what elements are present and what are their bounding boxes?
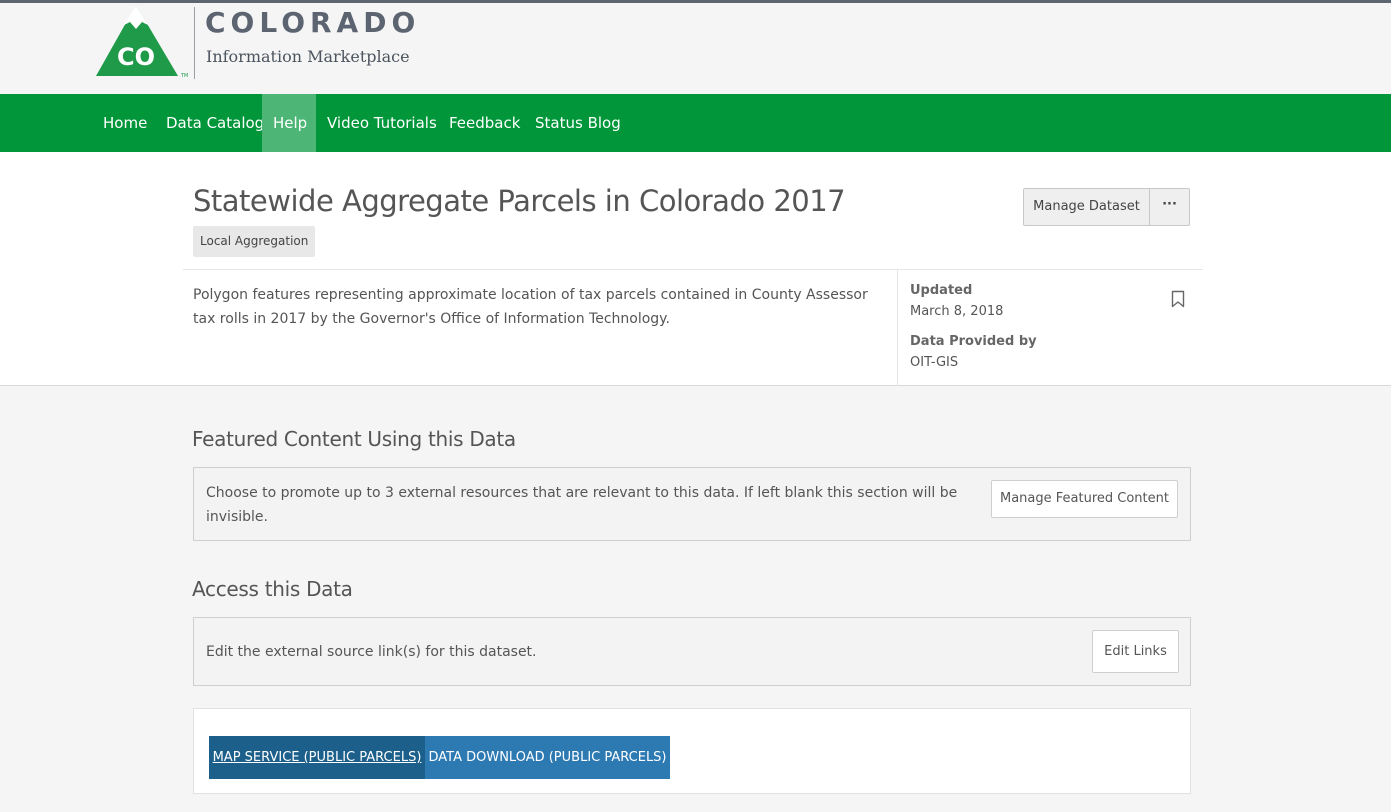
dataset-actions: Manage Dataset ··· <box>1023 188 1190 226</box>
edit-links-button[interactable]: Edit Links <box>1092 630 1179 673</box>
access-heading: Access this Data <box>192 577 353 601</box>
category-tag[interactable]: Local Aggregation <box>193 226 316 257</box>
featured-text: Choose to promote up to 3 external resou… <box>206 485 958 525</box>
brand-subtitle: Information Marketplace <box>206 47 410 66</box>
more-actions-button[interactable]: ··· <box>1150 189 1189 225</box>
provider-label: Data Provided by <box>910 334 1037 349</box>
bookmark-icon[interactable] <box>1171 290 1185 308</box>
updated-label: Updated <box>910 283 973 298</box>
page-title: Statewide Aggregate Parcels in Colorado … <box>193 184 846 218</box>
colorado-logo-icon: CO TM <box>96 5 188 79</box>
featured-box: Choose to promote up to 3 external resou… <box>193 467 1191 541</box>
nav-item-home[interactable]: Home <box>92 94 158 152</box>
colorado-logo[interactable]: CO TM <box>95 3 195 83</box>
nav-item-video-tutorials[interactable]: Video Tutorials <box>316 94 448 152</box>
brand-header: CO TM COLORADO Information Marketplace <box>0 3 1391 94</box>
main-nav: Home Data Catalog Help Video Tutorials F… <box>0 94 1391 152</box>
manage-dataset-button[interactable]: Manage Dataset <box>1024 189 1150 225</box>
svg-text:TM: TM <box>180 73 188 79</box>
featured-heading: Featured Content Using this Data <box>192 427 516 451</box>
manage-featured-content-button[interactable]: Manage Featured Content <box>991 480 1178 518</box>
nav-item-status-blog[interactable]: Status Blog <box>524 94 632 152</box>
nav-item-feedback[interactable]: Feedback <box>438 94 531 152</box>
dataset-description: Polygon features representing approximat… <box>193 287 868 327</box>
header-divider <box>183 269 1203 270</box>
data-download-link[interactable]: DATA DOWNLOAD (PUBLIC PARCELS) <box>425 736 670 779</box>
provider-value: OIT-GIS <box>910 355 959 370</box>
meta-divider <box>897 270 898 386</box>
map-service-link[interactable]: MAP SERVICE (PUBLIC PARCELS) <box>209 736 425 779</box>
updated-value: March 8, 2018 <box>910 304 1004 319</box>
access-box: Edit the external source link(s) for thi… <box>193 617 1191 686</box>
access-links-panel: MAP SERVICE (PUBLIC PARCELS) DATA DOWNLO… <box>193 708 1191 794</box>
nav-item-data-catalog[interactable]: Data Catalog <box>155 94 275 152</box>
nav-item-help[interactable]: Help <box>262 94 316 152</box>
logo-divider <box>194 7 195 79</box>
brand-title: COLORADO <box>205 6 421 39</box>
access-text: Edit the external source link(s) for thi… <box>206 644 537 660</box>
svg-text:CO: CO <box>117 43 155 71</box>
